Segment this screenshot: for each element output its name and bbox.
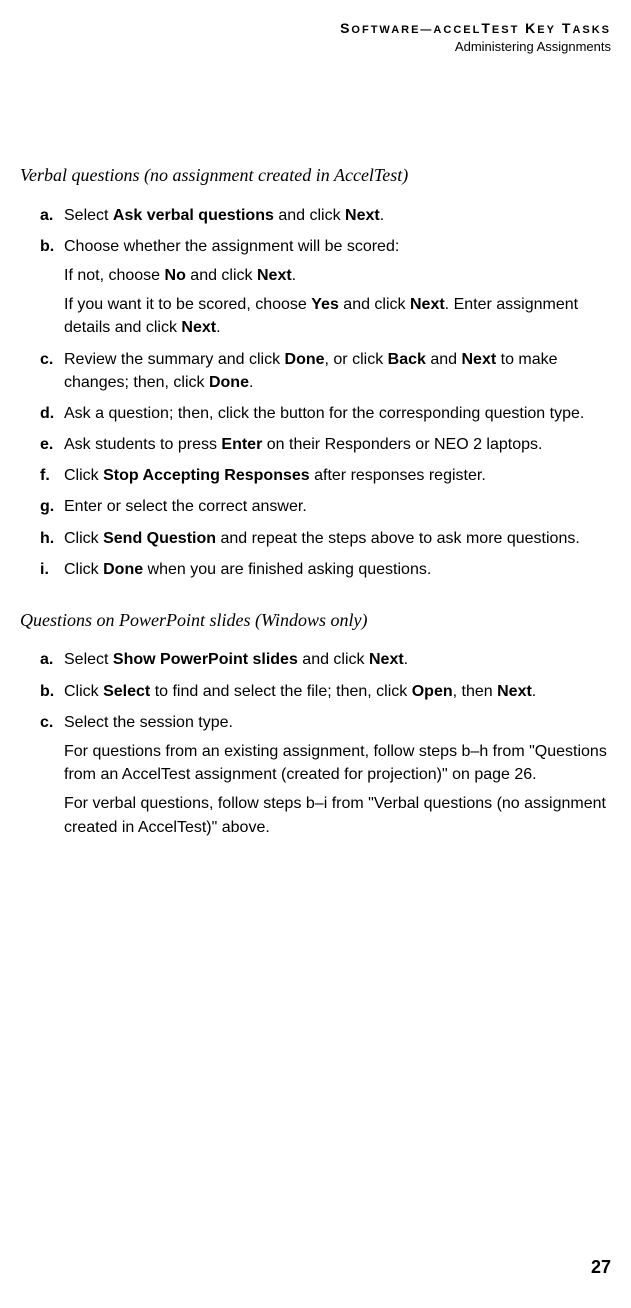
- list-item-marker: f.: [20, 464, 64, 487]
- paragraph: Select the session type.: [64, 711, 611, 734]
- list-item-marker: c.: [20, 348, 64, 394]
- header-title: SOFTWARE—ACCELTEST KEY TASKS: [20, 20, 611, 37]
- content-body: Verbal questions (no assignment created …: [20, 164, 611, 839]
- paragraph: Ask students to press Enter on their Res…: [64, 433, 611, 456]
- list-item-marker: c.: [20, 711, 64, 839]
- list-item: a.Select Ask verbal questions and click …: [20, 204, 611, 227]
- paragraph: Click Done when you are finished asking …: [64, 558, 611, 581]
- paragraph: Click Select to find and select the file…: [64, 680, 611, 703]
- page-number: 27: [591, 1257, 611, 1278]
- paragraph: Review the summary and click Done, or cl…: [64, 348, 611, 394]
- list-item: h.Click Send Question and repeat the ste…: [20, 527, 611, 550]
- list-item-marker: d.: [20, 402, 64, 425]
- list-item: d.Ask a question; then, click the button…: [20, 402, 611, 425]
- page-header: SOFTWARE—ACCELTEST KEY TASKS Administeri…: [20, 20, 611, 54]
- list-item-marker: g.: [20, 495, 64, 518]
- paragraph: Select Show PowerPoint slides and click …: [64, 648, 611, 671]
- list-item-body: Choose whether the assignment will be sc…: [64, 235, 611, 340]
- list-item-body: Select the session type. For questions fr…: [64, 711, 611, 839]
- list-item: a.Select Show PowerPoint slides and clic…: [20, 648, 611, 671]
- list-item-body: Click Stop Accepting Responses after res…: [64, 464, 611, 487]
- list-item: f.Click Stop Accepting Responses after r…: [20, 464, 611, 487]
- paragraph: Ask a question; then, click the button f…: [64, 402, 611, 425]
- list-item-body: Click Done when you are finished asking …: [64, 558, 611, 581]
- section-heading: Questions on PowerPoint slides (Windows …: [20, 609, 611, 632]
- list-item: b.Click Select to find and select the fi…: [20, 680, 611, 703]
- paragraph: Select Ask verbal questions and click Ne…: [64, 204, 611, 227]
- list-item-marker: a.: [20, 648, 64, 671]
- list-item-marker: e.: [20, 433, 64, 456]
- list-item-body: Click Select to find and select the file…: [64, 680, 611, 703]
- paragraph: Click Stop Accepting Responses after res…: [64, 464, 611, 487]
- list-item-marker: i.: [20, 558, 64, 581]
- paragraph: If not, choose No and click Next.: [64, 264, 611, 287]
- list-item: e.Ask students to press Enter on their R…: [20, 433, 611, 456]
- list-item: g.Enter or select the correct answer.: [20, 495, 611, 518]
- paragraph: Enter or select the correct answer.: [64, 495, 611, 518]
- list-item: c.Select the session type. For questions …: [20, 711, 611, 839]
- list-item-marker: b.: [20, 680, 64, 703]
- list-item-body: Select Ask verbal questions and click Ne…: [64, 204, 611, 227]
- list-item: b.Choose whether the assignment will be …: [20, 235, 611, 340]
- paragraph: Click Send Question and repeat the steps…: [64, 527, 611, 550]
- paragraph: For verbal questions, follow steps b–i f…: [64, 792, 611, 838]
- list-item-body: Click Send Question and repeat the steps…: [64, 527, 611, 550]
- list-item-marker: a.: [20, 204, 64, 227]
- list-item-marker: h.: [20, 527, 64, 550]
- list-item-body: Ask students to press Enter on their Res…: [64, 433, 611, 456]
- paragraph: If you want it to be scored, choose Yes …: [64, 293, 611, 339]
- list-item-body: Select Show PowerPoint slides and click …: [64, 648, 611, 671]
- paragraph: For questions from an existing assignmen…: [64, 740, 611, 786]
- paragraph: Choose whether the assignment will be sc…: [64, 235, 611, 258]
- list-item-body: Ask a question; then, click the button f…: [64, 402, 611, 425]
- list-item-marker: b.: [20, 235, 64, 340]
- ordered-list: a.Select Show PowerPoint slides and clic…: [20, 648, 611, 838]
- header-subtitle: Administering Assignments: [20, 39, 611, 54]
- list-item-body: Enter or select the correct answer.: [64, 495, 611, 518]
- ordered-list: a.Select Ask verbal questions and click …: [20, 204, 611, 581]
- document-page: SOFTWARE—ACCELTEST KEY TASKS Administeri…: [0, 0, 631, 1308]
- list-item: i.Click Done when you are finished askin…: [20, 558, 611, 581]
- section-heading: Verbal questions (no assignment created …: [20, 164, 611, 187]
- list-item-body: Review the summary and click Done, or cl…: [64, 348, 611, 394]
- list-item: c.Review the summary and click Done, or …: [20, 348, 611, 394]
